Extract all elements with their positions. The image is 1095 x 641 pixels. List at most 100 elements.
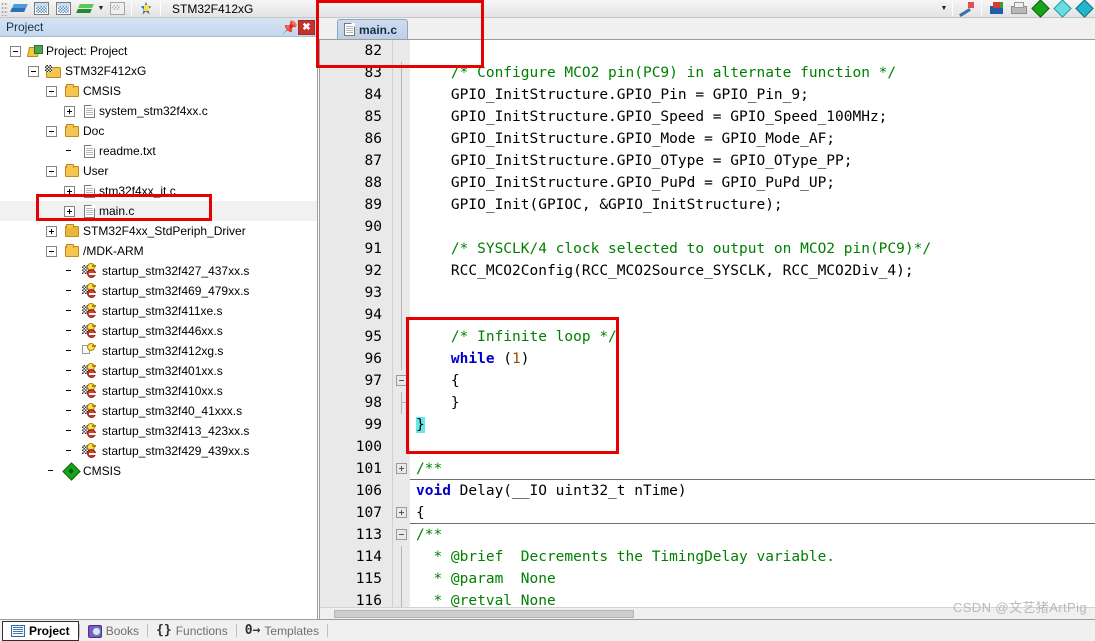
tree-expander[interactable] [46,245,57,257]
tree-item-startup-stm32f446xx-s[interactable]: startup_stm32f446xx.s [0,321,317,341]
assembly-file-icon [82,443,98,458]
tree-expander[interactable] [46,165,57,177]
project-tree[interactable]: Project: Project STM32F412xG CMSIS system_s… [0,38,317,619]
tree-expander[interactable] [10,45,21,57]
tab-templates[interactable]: 0→ Templates [237,621,327,641]
tree-item-stm32f4xx-it-c[interactable]: stm32f4xx_it.c [0,181,317,201]
code-line[interactable]: { [410,502,1095,524]
tree-item-stm32f4xx-stdperiph-driver[interactable]: STM32F4xx_StdPeriph_Driver [0,221,317,241]
code-line[interactable]: GPIO_InitStructure.GPIO_Speed = GPIO_Spe… [410,106,1095,128]
tree-item-cmsis[interactable]: CMSIS [0,81,317,101]
rebuild-icon[interactable] [74,0,96,17]
tree-item-user[interactable]: User [0,161,317,181]
code-line[interactable]: void Delay(__IO uint32_t nTime) [410,480,1095,502]
code-text[interactable]: /* Configure MCO2 pin(PC9) in alternate … [410,40,1095,607]
code-line[interactable] [410,282,1095,304]
line-number: 92 [364,263,382,279]
project-panel-title: Project [6,20,44,34]
tree-item-startup-stm32f412xg-s[interactable]: startup_stm32f412xg.s [0,341,317,361]
line-number: 97 [364,373,382,389]
code-editor[interactable]: 82 83 84 85 86 87 88 89 90 91 92 93 94 95 96 97 98 99 100 1… [319,40,1095,619]
chevron-down-icon[interactable]: ▼ [939,0,949,17]
tree-item-startup-stm32f410xx-s[interactable]: startup_stm32f410xx.s [0,381,317,401]
tree-item-cmsis[interactable]: CMSIS [0,461,317,481]
code-line[interactable]: * @brief Decrements the TimingDelay vari… [410,546,1095,568]
tree-item-label: startup_stm32f412xg.s [102,344,224,358]
code-line[interactable]: /* Configure MCO2 pin(PC9) in alternate … [410,62,1095,84]
code-line[interactable] [410,436,1095,458]
tree-item-main-c[interactable]: main.c [0,201,317,221]
pin-icon[interactable]: 📌 [282,19,298,35]
manage-runtime-icon[interactable] [1051,0,1073,17]
tree-item-startup-stm32f40-41xxx-s[interactable]: startup_stm32f40_41xxx.s [0,401,317,421]
tree-item-readme-txt[interactable]: readme.txt [0,141,317,161]
tree-item-doc[interactable]: Doc [0,121,317,141]
code-line[interactable]: } [410,414,1095,436]
folder-open-icon [65,163,79,177]
select-software-packs-icon[interactable] [1073,0,1095,17]
code-folding-gutter[interactable] [392,40,410,612]
pack-installer-icon[interactable] [1029,0,1051,17]
code-line[interactable]: /** [410,458,1095,480]
tree-expander[interactable] [28,65,39,77]
build-target-icon[interactable] [8,0,30,17]
tree-expander[interactable] [64,105,75,117]
tab-functions[interactable]: {} Functions [148,621,236,641]
code-line[interactable]: /* Infinite loop */ [410,326,1095,348]
code-line[interactable] [410,216,1095,238]
tree-item-startup-stm32f427-437xx-s[interactable]: startup_stm32f427_437xx.s [0,261,317,281]
tree-item-label: readme.txt [99,144,156,158]
tree-item-project-project[interactable]: Project: Project [0,41,317,61]
tree-expander[interactable] [46,125,57,137]
fold-marker[interactable] [393,458,410,480]
tree-item-startup-stm32f469-479xx-s[interactable]: startup_stm32f469_479xx.s [0,281,317,301]
build-icon[interactable] [52,0,74,17]
fold-marker[interactable] [393,370,410,392]
tab-books[interactable]: Books [80,621,147,641]
code-line[interactable]: GPIO_InitStructure.GPIO_PuPd = GPIO_PuPd… [410,172,1095,194]
manage-components-icon[interactable] [1007,0,1029,17]
close-icon[interactable]: ✖ [298,19,315,35]
code-line[interactable] [410,40,1095,62]
code-line[interactable]: GPIO_Init(GPIOC, &GPIO_InitStructure); [410,194,1095,216]
tree-item-label: startup_stm32f413_423xx.s [102,424,250,438]
tree-item-startup-stm32f401xx-s[interactable]: startup_stm32f401xx.s [0,361,317,381]
tree-item-stm32f412xg[interactable]: STM32F412xG [0,61,317,81]
fold-marker[interactable] [393,524,410,546]
tree-item-mdk-arm[interactable]: /MDK-ARM [0,241,317,261]
tree-expander[interactable] [64,185,75,197]
fold-marker[interactable] [393,502,410,524]
tree-expander[interactable] [64,205,75,217]
tree-item-startup-stm32f413-423xx-s[interactable]: startup_stm32f413_423xx.s [0,421,317,441]
translate-icon[interactable] [30,0,52,17]
code-line[interactable]: } [410,392,1095,414]
tree-item-startup-stm32f429-439xx-s[interactable]: startup_stm32f429_439xx.s [0,441,317,461]
code-line[interactable]: * @param None [410,568,1095,590]
download-icon[interactable] [135,0,157,17]
code-line[interactable]: RCC_MCO2Config(RCC_MCO2Source_SYSCLK, RC… [410,260,1095,282]
code-line[interactable]: /** [410,524,1095,546]
code-line[interactable]: { [410,370,1095,392]
toolbar-grip[interactable] [1,1,8,16]
target-options-icon[interactable] [985,0,1007,17]
tree-item-startup-stm32f411xe-s[interactable]: startup_stm32f411xe.s [0,301,317,321]
code-line[interactable]: GPIO_InitStructure.GPIO_Pin = GPIO_Pin_9… [410,84,1095,106]
code-line[interactable]: /* SYSCLK/4 clock selected to output on … [410,238,1095,260]
tree-item-system-stm32f4xx-c[interactable]: system_stm32f4xx.c [0,101,317,121]
code-line[interactable]: GPIO_InitStructure.GPIO_OType = GPIO_OTy… [410,150,1095,172]
configure-wizard-icon[interactable] [956,0,978,17]
batch-build-dropdown[interactable]: ▼ [96,0,106,17]
stop-build-icon[interactable] [106,0,128,17]
target-selector[interactable]: STM32F412xG [164,2,253,16]
scrollbar-thumb[interactable] [334,610,634,618]
editor-area: main.c 82 83 84 85 86 87 88 89 90 91 92 93 94 95 96 97 9… [319,18,1095,619]
code-line[interactable] [410,304,1095,326]
tab-project[interactable]: Project [2,620,79,641]
editor-tab-main-c[interactable]: main.c [337,19,409,39]
tree-expander[interactable] [46,225,57,237]
tree-expander-spacer [64,286,75,297]
code-line[interactable]: GPIO_InitStructure.GPIO_Mode = GPIO_Mode… [410,128,1095,150]
code-line[interactable]: while (1) [410,348,1095,370]
tree-expander[interactable] [46,85,57,97]
tree-item-label: startup_stm32f411xe.s [102,304,223,318]
